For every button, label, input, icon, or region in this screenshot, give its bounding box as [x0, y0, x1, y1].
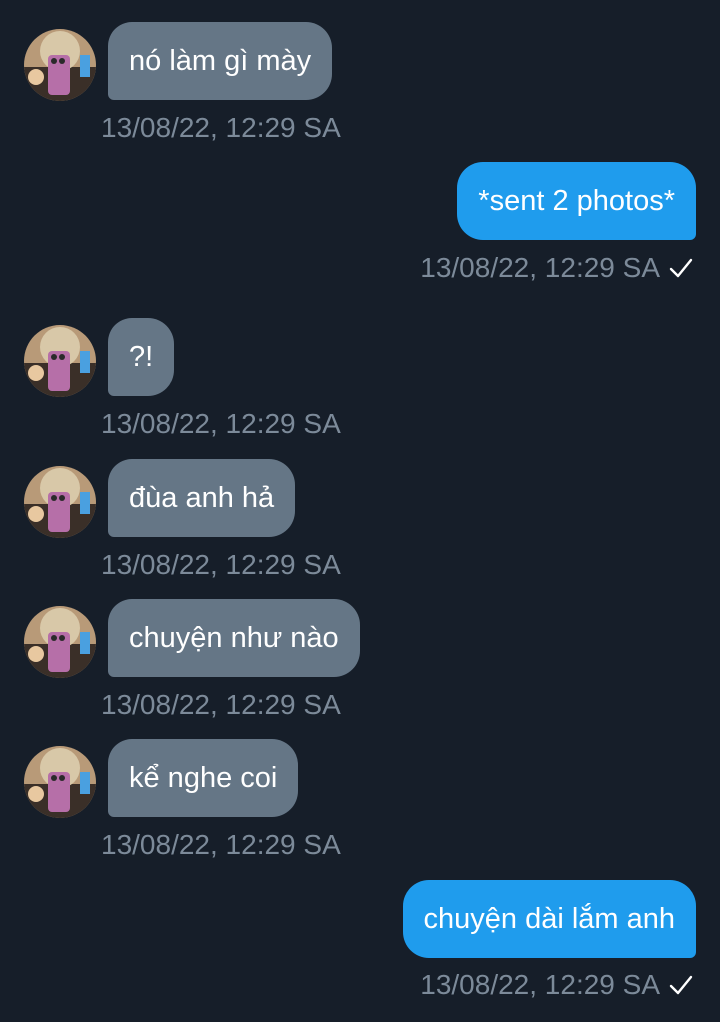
- message-timestamp: 13/08/22, 12:29 SA: [101, 408, 341, 439]
- message-bubble[interactable]: *sent 2 photos*: [457, 162, 696, 240]
- message-timestamp: 13/08/22, 12:29 SA: [101, 549, 341, 580]
- message-bubble[interactable]: kể nghe coi: [108, 739, 299, 817]
- avatar-image: [24, 325, 96, 397]
- avatar[interactable]: [24, 606, 96, 678]
- avatar-image: [24, 466, 96, 538]
- check-icon: [669, 975, 693, 995]
- avatar[interactable]: [24, 466, 96, 538]
- avatar[interactable]: [24, 325, 96, 397]
- message-bubble[interactable]: đùa anh hả: [108, 459, 296, 537]
- message-timestamp: 13/08/22, 12:29 SA: [101, 689, 341, 720]
- message-bubble[interactable]: nó làm gì mày: [108, 22, 333, 100]
- avatar-image: [24, 606, 96, 678]
- message-bubble[interactable]: chuyện dài lắm anh: [402, 880, 696, 958]
- message-timestamp: 13/08/22, 12:29 SA: [420, 969, 660, 1000]
- message-timestamp: 13/08/22, 12:29 SA: [101, 829, 341, 860]
- message-timestamp: 13/08/22, 12:29 SA: [101, 112, 341, 143]
- avatar[interactable]: [24, 746, 96, 818]
- message-bubble[interactable]: ?!: [108, 318, 175, 396]
- avatar[interactable]: [24, 29, 96, 101]
- avatar-image: [24, 746, 96, 818]
- check-icon: [669, 258, 693, 278]
- message-timestamp: 13/08/22, 12:29 SA: [420, 252, 660, 283]
- message-bubble[interactable]: chuyện như nào: [108, 599, 360, 677]
- avatar-image: [24, 29, 96, 101]
